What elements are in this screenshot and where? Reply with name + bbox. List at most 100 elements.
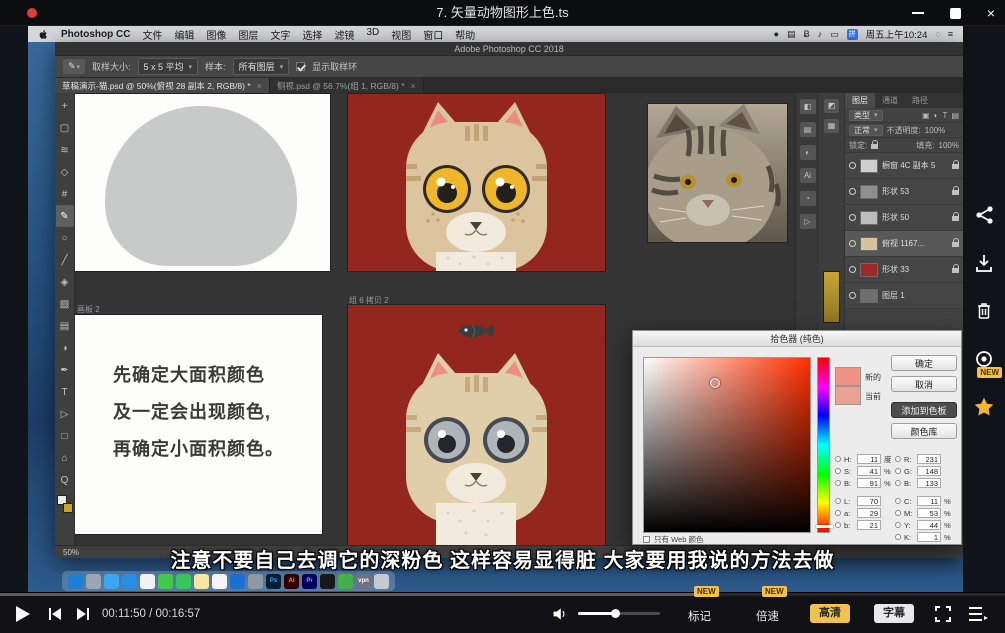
actions-panel-icon[interactable]: ▷ bbox=[800, 214, 816, 229]
web-colors-checkbox[interactable] bbox=[643, 536, 650, 543]
layer-row[interactable]: 橱窗 4C 副本 5 bbox=[845, 153, 963, 179]
layer-visibility-icon[interactable] bbox=[849, 188, 856, 195]
field-M[interactable]: 53 bbox=[917, 508, 941, 518]
menu-item-4[interactable]: 图层 bbox=[238, 27, 258, 42]
display-icon[interactable]: ▤ bbox=[787, 29, 796, 40]
blend-mode-dropdown[interactable]: 正常▾ bbox=[849, 125, 883, 136]
playlist-button[interactable] bbox=[968, 605, 988, 628]
filter-type-dropdown[interactable]: 类型▾ bbox=[849, 110, 883, 121]
bluetooth-icon[interactable]: Ƀ bbox=[804, 29, 810, 40]
maximize-button[interactable] bbox=[950, 8, 961, 19]
artboard-front-cat-2[interactable] bbox=[348, 305, 605, 545]
delete-button[interactable] bbox=[972, 300, 996, 324]
favorite-button[interactable]: NEW bbox=[972, 396, 996, 420]
layer-thumbnail[interactable] bbox=[860, 289, 878, 303]
field-Y[interactable]: 44 bbox=[917, 520, 941, 530]
layer-thumbnail[interactable] bbox=[860, 237, 878, 251]
color-field[interactable] bbox=[643, 357, 811, 533]
layer-visibility-icon[interactable] bbox=[849, 292, 856, 299]
document-tab-1[interactable]: 草稿演示-猫.psd @ 50%(俯视 28 副本 2, RGB/8) *× bbox=[55, 78, 270, 93]
dock-wechat[interactable] bbox=[338, 574, 353, 589]
layer-visibility-icon[interactable] bbox=[849, 266, 856, 273]
volume-icon[interactable]: ♪ bbox=[818, 29, 823, 40]
healing-brush-tool[interactable]: ○ bbox=[56, 227, 74, 249]
dock-messages[interactable] bbox=[158, 574, 173, 589]
layer-visibility-icon[interactable] bbox=[849, 162, 856, 169]
video-area[interactable]: Photoshop CC 文件编辑图像图层文字选择滤镜3D视图窗口帮助 ●▤Ƀ♪… bbox=[0, 26, 1005, 592]
spotlight-icon[interactable]: ◌ bbox=[935, 29, 940, 40]
color-panel-icon[interactable]: ◩ bbox=[824, 99, 839, 113]
field-a[interactable]: 29 bbox=[857, 508, 881, 518]
menu-item-11[interactable]: 帮助 bbox=[455, 27, 475, 42]
hue-slider[interactable] bbox=[817, 357, 830, 533]
path-selection-tool[interactable]: ▷ bbox=[56, 403, 74, 425]
radio-L[interactable] bbox=[835, 498, 841, 504]
filter-adjust-icon[interactable]: ◐ bbox=[934, 111, 939, 120]
rectangular-marquee-tool[interactable]: ▢ bbox=[56, 117, 74, 139]
tab-layers[interactable]: 图层 bbox=[845, 93, 875, 108]
layer-thumbnail[interactable] bbox=[860, 211, 878, 225]
dock-photos[interactable] bbox=[140, 574, 155, 589]
dock-notes[interactable] bbox=[194, 574, 209, 589]
speed-button[interactable]: 倍速 bbox=[756, 608, 779, 624]
field-K[interactable]: 1 bbox=[917, 532, 941, 542]
layer-visibility-icon[interactable] bbox=[849, 240, 856, 247]
next-button[interactable] bbox=[76, 607, 90, 626]
layer-row[interactable]: 图层 1 bbox=[845, 283, 963, 309]
field-B[interactable]: 91 bbox=[857, 478, 881, 488]
add-to-swatches-button[interactable]: 添加到色板 bbox=[891, 402, 957, 418]
menu-item-8[interactable]: 3D bbox=[366, 27, 379, 42]
minimize-button[interactable] bbox=[912, 12, 924, 14]
hue-slider-marker[interactable] bbox=[816, 525, 833, 528]
menu-item-6[interactable]: 选择 bbox=[302, 27, 322, 42]
dock-finder[interactable] bbox=[68, 574, 83, 589]
menu-item-7[interactable]: 滤镜 bbox=[334, 27, 354, 42]
layer-visibility-icon[interactable] bbox=[849, 214, 856, 221]
clone-stamp-tool[interactable]: ◈ bbox=[56, 271, 74, 293]
window-titlebar[interactable]: 7. 矢量动物图形上色.ts × bbox=[0, 0, 1005, 26]
mark-button[interactable]: 标记 bbox=[688, 608, 711, 624]
color-libraries-button[interactable]: 颜色库 bbox=[891, 423, 957, 439]
history-panel-icon[interactable]: ◧ bbox=[800, 99, 816, 114]
libraries-panel-icon[interactable]: Ai bbox=[800, 168, 816, 183]
shape-tool[interactable]: □ bbox=[56, 425, 74, 447]
field-H[interactable]: 11 bbox=[857, 454, 881, 464]
close-button[interactable]: × bbox=[987, 6, 995, 20]
close-tab-icon[interactable]: × bbox=[257, 81, 262, 91]
volume-icon[interactable] bbox=[552, 606, 568, 627]
dock-photoshop[interactable]: Ps bbox=[266, 574, 281, 589]
blur-tool[interactable]: ◑ bbox=[56, 337, 74, 359]
seek-bar[interactable] bbox=[0, 593, 1005, 596]
adjustments-panel-icon[interactable]: ◐ bbox=[800, 145, 816, 160]
menu-item-2[interactable]: 编辑 bbox=[174, 27, 194, 42]
radio-H[interactable] bbox=[835, 456, 841, 462]
fill-value[interactable]: 100% bbox=[939, 141, 959, 150]
magic-wand-tool[interactable]: ◇ bbox=[56, 161, 74, 183]
foreground-color-swatch[interactable] bbox=[823, 271, 840, 323]
properties-panel-icon[interactable]: ▤ bbox=[800, 122, 816, 137]
field-C[interactable]: 11 bbox=[917, 496, 941, 506]
menu-item-10[interactable]: 窗口 bbox=[423, 27, 443, 42]
dock-system-preferences[interactable] bbox=[248, 574, 263, 589]
lasso-tool[interactable]: ≋ bbox=[56, 139, 74, 161]
hand-tool[interactable]: ⌂ bbox=[56, 447, 74, 469]
dock-app-store[interactable] bbox=[230, 574, 245, 589]
quality-button[interactable]: 高清 bbox=[810, 604, 850, 623]
pen-tool[interactable]: ✒ bbox=[56, 359, 74, 381]
dock-mail[interactable] bbox=[122, 574, 137, 589]
dock-launchpad[interactable] bbox=[86, 574, 101, 589]
artboard-front-cat[interactable] bbox=[348, 94, 605, 271]
layer-row[interactable]: 俯视 1167... bbox=[845, 231, 963, 257]
background-color[interactable] bbox=[63, 503, 73, 513]
dock-premiere[interactable]: Pr bbox=[302, 574, 317, 589]
dock-vpn[interactable]: vpn bbox=[356, 574, 371, 589]
volume-knob[interactable] bbox=[611, 609, 620, 618]
fullscreen-button[interactable] bbox=[934, 605, 952, 628]
filter-type-icon[interactable]: T bbox=[943, 111, 948, 120]
radio-Y[interactable] bbox=[895, 522, 901, 528]
close-tab-icon[interactable]: × bbox=[411, 81, 416, 91]
layer-row[interactable]: 形状 53 bbox=[845, 179, 963, 205]
field-L[interactable]: 70 bbox=[857, 496, 881, 506]
radio-G[interactable] bbox=[895, 468, 901, 474]
info-panel-icon[interactable]: ◔ bbox=[800, 191, 816, 206]
